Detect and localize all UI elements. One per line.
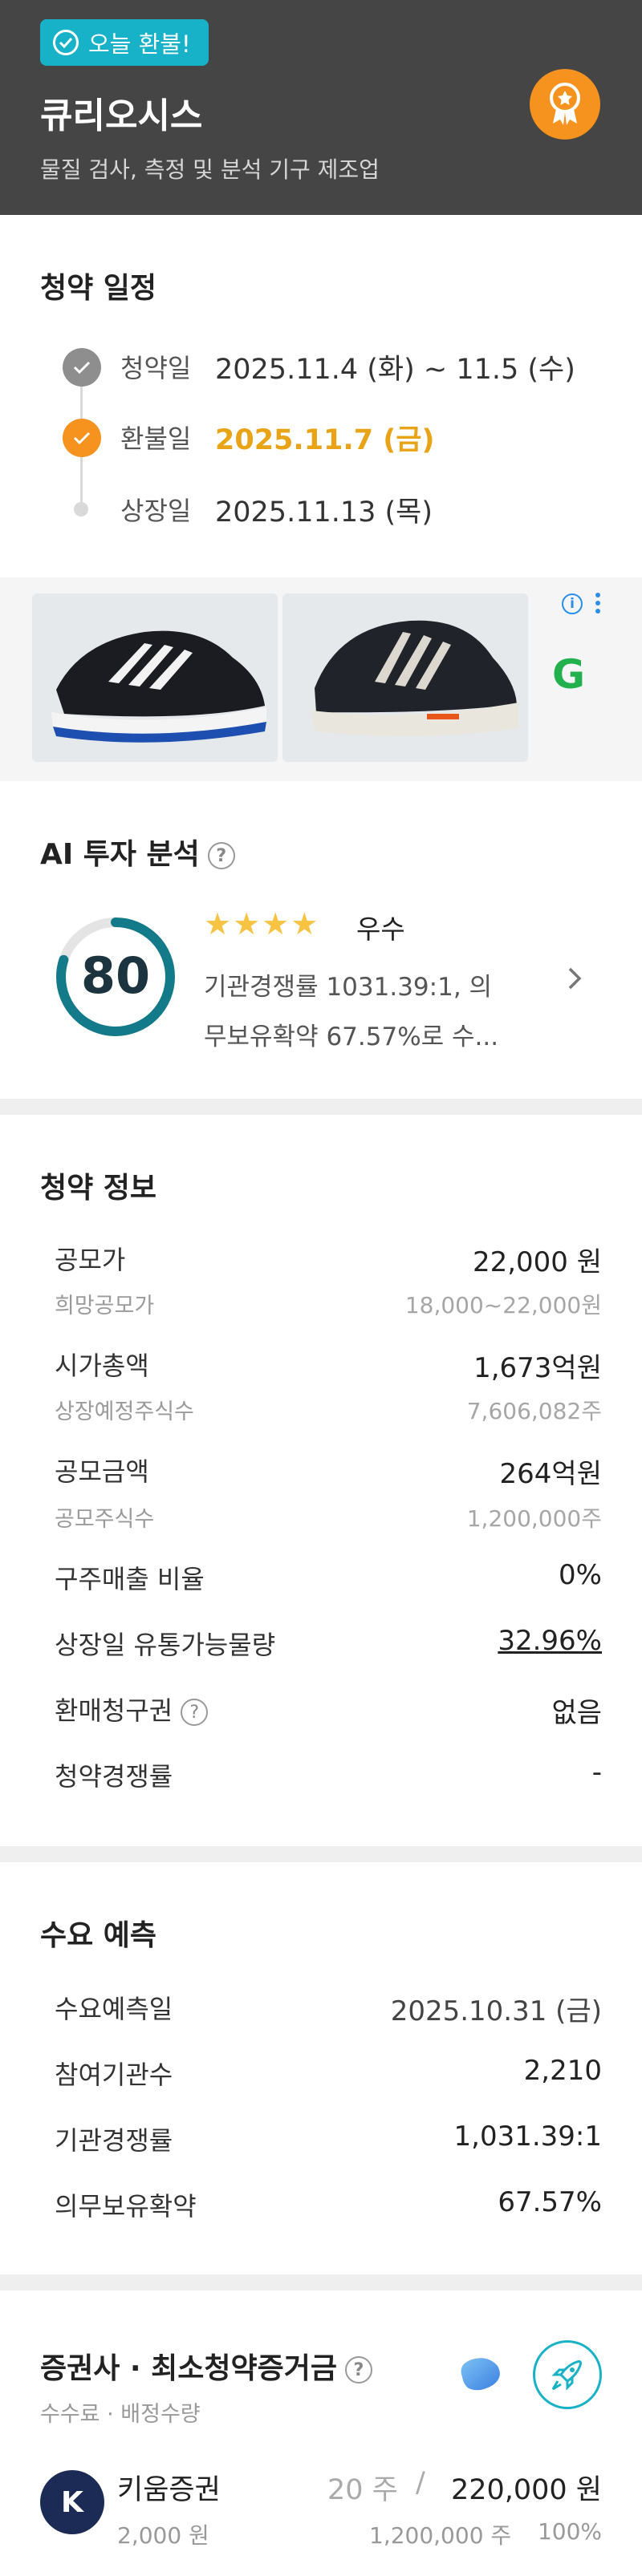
broker-min-shares: 20 주 [327,2474,398,2506]
market-cap-value: 1,673억원 [473,1352,602,1384]
broker-alloc-shares: 1,200,000 주 [369,2522,512,2549]
offer-price-value: 22,000 원 [472,1246,602,1278]
demand-forecast-title: 수요 예측 [40,1919,157,1952]
brokers-subtitle: 수수료 · 배정수량 [40,2402,201,2427]
info-icon[interactable]: i [562,593,583,614]
inst-ratio-value: 1,031.39:1 [453,2120,603,2153]
broker-name[interactable]: 키움증권 [117,2467,221,2508]
shape-blob-icon[interactable] [456,2353,504,2395]
today-check-icon [63,419,101,457]
hope-price-label: 희망공모가 [55,1294,155,1318]
broker-slash: / [416,2467,425,2499]
lockup-value: 67.57% [498,2186,602,2218]
ad-product-image-2[interactable] [282,593,528,762]
broker-logo: K [40,2470,104,2534]
brokers-title-text: 증권사 · 최소청약증거금 [40,2352,337,2385]
participants-label: 참여기관수 [55,2060,173,2090]
help-icon[interactable]: ? [344,2356,372,2384]
offer-amount-label: 공모금액 [55,1456,149,1487]
rocket-button-icon[interactable] [533,2340,602,2409]
chevron-right-icon[interactable] [567,966,583,991]
putback-value: 없음 [551,1697,602,1729]
offer-price-label: 공모가 [55,1245,126,1275]
offer-shares-label: 공모주식수 [55,1507,155,1532]
float-label: 상장일 유통가능물량 [55,1630,276,1660]
ad-brand-logo[interactable]: G [552,651,585,698]
award-badge-icon[interactable] [530,69,600,140]
competition-label: 청약경쟁률 [55,1761,173,1792]
schedule-label-listing: 상장일 [120,496,192,526]
schedule-label-subscription: 청약일 [120,353,192,383]
ai-summary: 기관경쟁률 1031.39:1, 의 무보유확약 67.57%로 수... [204,962,525,1062]
done-check-icon [63,348,101,387]
demand-date-value: 2025.10.31 (금) [390,1995,602,2027]
offer-shares-value: 1,200,000주 [466,1505,602,1532]
help-icon[interactable]: ? [207,842,235,869]
participants-value: 2,210 [523,2055,602,2087]
ipo-header: 오늘 환불! 큐리오시스 물질 검사, 측정 및 분석 기구 제조업 [0,0,642,215]
competition-value: - [591,1756,602,1788]
page: 오늘 환불! 큐리오시스 물질 검사, 측정 및 분석 기구 제조업 청약 일정… [0,0,642,2576]
schedule-title: 청약 일정 [40,272,157,305]
ai-summary-line-2: 무보유확약 67.57%로 수... [204,1023,499,1051]
old-share-ratio-value: 0% [559,1559,602,1591]
company-description: 물질 검사, 측정 및 분석 기구 제조업 [40,156,380,183]
ai-score: 80 [80,946,151,1005]
star-rating: ★★★★ [204,906,320,942]
more-vertical-icon[interactable] [595,592,600,614]
broker-alloc-pct: 100% [537,2518,602,2545]
ad-product-image-1[interactable] [32,593,278,762]
schedule-label-refund: 환불일 [120,423,192,454]
putback-label: 환매청구권 [55,1695,173,1726]
offer-amount-value: 264억원 [499,1458,602,1490]
help-icon[interactable]: ? [181,1699,209,1726]
putback-label-wrap: 환매청구권? [55,1691,209,1727]
broker-min-deposit: 220,000 원 [450,2474,602,2506]
demand-date-label: 수요예측일 [55,1994,173,2024]
market-cap-label: 시가총액 [55,1351,149,1381]
company-name: 큐리오시스 [40,95,203,136]
ai-grade: 우수 [356,913,405,945]
lockup-label: 의무보유확약 [55,2191,197,2222]
subscription-info-title: 청약 정보 [40,1172,157,1205]
refund-today-badge: 오늘 환불! [40,19,209,66]
schedule-value-refund: 2025.11.7 (금) [215,424,435,456]
schedule-value-listing: 2025.11.13 (목) [215,496,433,529]
upcoming-dot-icon [74,502,88,516]
schedule-value-subscription: 2025.11.4 (화) ~ 11.5 (수) [215,354,575,386]
ai-analysis-title-text: AI 투자 분석 [40,838,200,871]
brokers-title: 증권사 · 최소청약증거금? [40,2345,372,2387]
badge-label: 오늘 환불! [88,30,191,58]
listed-shares-value: 7,606,082주 [466,1398,602,1424]
ai-analysis-title: AI 투자 분석? [40,831,235,873]
old-share-ratio-label: 구주매출 비율 [55,1564,205,1594]
inst-ratio-label: 기관경쟁률 [55,2125,173,2156]
check-circle-icon [53,30,79,55]
broker-fee: 2,000 원 [117,2522,209,2549]
ai-summary-line-1: 기관경쟁률 1031.39:1, 의 [204,973,493,1002]
listed-shares-label: 상장예정주식수 [55,1399,194,1424]
hope-price-value: 18,000~22,000원 [404,1292,602,1318]
float-value-link[interactable]: 32.96% [498,1625,602,1657]
